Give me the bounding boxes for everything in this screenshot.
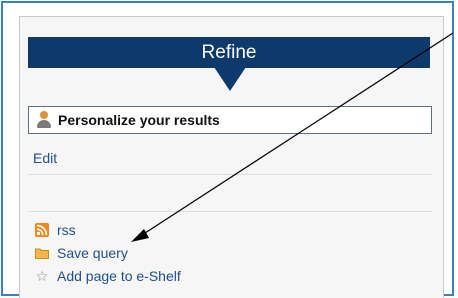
actions-list: rss Save query ☆ Add page to e-Shelf [35, 218, 181, 287]
rss-icon [35, 222, 49, 237]
edit-link[interactable]: Edit [33, 150, 57, 166]
personalize-label: Personalize your results [58, 112, 220, 128]
rss-link[interactable]: rss [35, 218, 181, 241]
folder-icon [35, 246, 49, 260]
add-to-eshelf-link[interactable]: ☆ Add page to e-Shelf [35, 264, 181, 287]
personalize-results-bar[interactable]: Personalize your results [28, 106, 432, 134]
rss-label: rss [57, 221, 76, 238]
divider [28, 211, 432, 212]
star-icon: ☆ [35, 267, 49, 284]
save-query-link[interactable]: Save query [35, 241, 181, 264]
add-to-eshelf-label: Add page to e-Shelf [57, 267, 181, 284]
refine-header-pointer [214, 67, 246, 91]
person-icon [36, 111, 52, 129]
save-query-label: Save query [57, 244, 128, 261]
refine-header: Refine [28, 37, 430, 68]
divider [28, 174, 432, 175]
